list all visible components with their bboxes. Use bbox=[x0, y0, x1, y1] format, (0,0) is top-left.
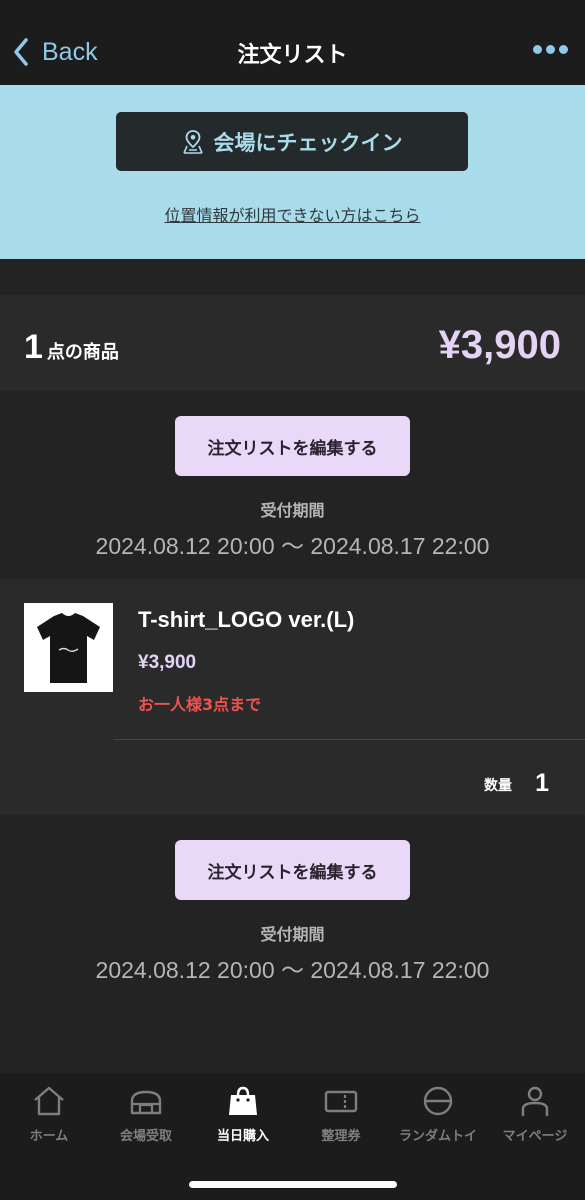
period-label: 受付期間 bbox=[260, 501, 325, 520]
tab-home[interactable]: ホーム bbox=[0, 1083, 98, 1144]
map-pin-icon bbox=[182, 129, 203, 154]
tab-venue-pickup[interactable]: 会場受取 bbox=[97, 1083, 195, 1144]
tab-my-page[interactable]: マイページ bbox=[486, 1083, 584, 1144]
quantity-value: 1 bbox=[535, 769, 549, 797]
checkin-panel: 会場にチェックイン 位置情報が利用できない方はこちら bbox=[0, 85, 585, 259]
user-icon bbox=[521, 1086, 549, 1116]
order-item[interactable]: T-shirt_LOGO ver.(L) ¥3,900 お一人様3点まで 数量 … bbox=[0, 579, 585, 815]
location-unavailable-link[interactable]: 位置情報が利用できない方はこちら bbox=[0, 202, 585, 226]
item-count: 1 点の商品 bbox=[24, 328, 119, 367]
item-name: T-shirt_LOGO ver.(L) bbox=[138, 607, 355, 632]
shopping-bag-icon bbox=[229, 1086, 257, 1115]
tab-venue-pickup-label: 会場受取 bbox=[119, 1129, 172, 1144]
home-indicator bbox=[189, 1181, 397, 1188]
nav-bar: Back 注文リスト bbox=[0, 0, 585, 85]
tab-random-toy[interactable]: ランダムトイ bbox=[389, 1083, 487, 1144]
ticket-icon bbox=[324, 1090, 358, 1113]
item-count-unit: 点の商品 bbox=[46, 342, 119, 363]
more-icon[interactable] bbox=[533, 45, 568, 54]
tab-numbered-ticket[interactable]: 整理券 bbox=[292, 1083, 390, 1144]
home-icon bbox=[34, 1086, 64, 1116]
page-title: 注文リスト bbox=[237, 43, 348, 68]
edit-order-list-button-bottom[interactable]: 注文リストを編集する bbox=[175, 840, 410, 900]
item-price: ¥3,900 bbox=[138, 652, 197, 673]
tshirt-image bbox=[24, 603, 113, 692]
tab-numbered-ticket-label: 整理券 bbox=[321, 1129, 361, 1144]
item-count-number: 1 bbox=[24, 328, 43, 366]
order-summary: 1 点の商品 ¥3,900 bbox=[0, 295, 585, 391]
tab-same-day-purchase[interactable]: 当日購入 bbox=[194, 1083, 292, 1144]
period-value-bottom: 2024.08.12 20:00 ～ 2024.08.17 22:00 bbox=[95, 957, 490, 983]
edit-order-list-button[interactable]: 注文リストを編集する bbox=[175, 416, 410, 476]
quantity-label: 数量 bbox=[484, 778, 512, 794]
purchase-limit-note: お一人様3点まで bbox=[138, 695, 262, 714]
checkin-button-label: 会場にチェックイン bbox=[213, 130, 403, 155]
pickup-icon bbox=[130, 1090, 162, 1115]
period-label-bottom: 受付期間 bbox=[260, 925, 325, 944]
random-toy-icon bbox=[423, 1086, 453, 1116]
divider bbox=[113, 739, 585, 740]
period-value: 2024.08.12 20:00 ～ 2024.08.17 22:00 bbox=[95, 533, 490, 559]
tab-same-day-purchase-label: 当日購入 bbox=[216, 1129, 269, 1144]
checkin-button[interactable]: 会場にチェックイン bbox=[116, 112, 468, 171]
tab-home-label: ホーム bbox=[29, 1129, 69, 1144]
tab-random-toy-label: ランダムトイ bbox=[398, 1129, 477, 1144]
tab-my-page-label: マイページ bbox=[502, 1129, 568, 1144]
total-price: ¥3,900 bbox=[438, 323, 561, 367]
